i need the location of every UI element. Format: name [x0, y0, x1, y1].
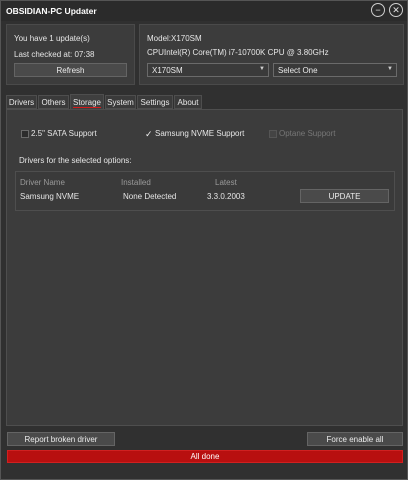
updater-window: OBSIDIAN-PC Updater − ✕ You have 1 updat…	[0, 0, 408, 480]
tab-about[interactable]: About	[174, 95, 202, 109]
column-header-driver-name: Driver Name	[20, 178, 65, 187]
report-broken-driver-button[interactable]: Report broken driver	[7, 432, 115, 446]
chevron-down-icon: ▼	[387, 66, 393, 72]
tab-drivers[interactable]: Drivers	[6, 95, 37, 109]
optane-support-label: Optane Support	[279, 129, 336, 138]
close-icon: ✕	[392, 4, 400, 15]
model-label: Model:	[147, 34, 172, 43]
force-enable-all-button[interactable]: Force enable all	[307, 432, 403, 446]
optane-support-checkbox	[269, 130, 277, 138]
refresh-button[interactable]: Refresh	[14, 63, 127, 77]
status-progress-bar: All done	[7, 450, 403, 463]
update-status-panel: You have 1 update(s) Last checked at: 07…	[6, 24, 135, 85]
tab-others[interactable]: Others	[38, 95, 69, 109]
option-select-value: Select One	[278, 65, 318, 75]
active-tab-indicator	[73, 107, 101, 108]
updates-count-text: You have 1 update(s)	[14, 34, 90, 43]
last-checked-text: Last checked at: 07:38	[14, 50, 95, 59]
window-title: OBSIDIAN-PC Updater	[6, 6, 97, 16]
title-bar: OBSIDIAN-PC Updater − ✕	[1, 1, 407, 21]
model-select-value: X170SM	[152, 65, 183, 75]
minimize-button[interactable]: −	[371, 3, 385, 17]
nvme-support-checkbox[interactable]: ✓	[145, 129, 153, 139]
driver-installed-cell: None Detected	[123, 192, 177, 201]
close-button[interactable]: ✕	[389, 3, 403, 17]
drivers-heading: Drivers for the selected options:	[19, 156, 132, 165]
column-header-latest: Latest	[215, 178, 237, 187]
system-info-panel: Model: X170SM CPU: Intel(R) Core(TM) i7-…	[139, 24, 404, 85]
sata-support-checkbox[interactable]	[21, 130, 29, 138]
model-value: X170SM	[171, 34, 202, 43]
driver-latest-cell: 3.3.0.2003	[207, 192, 245, 201]
update-driver-button[interactable]: UPDATE	[300, 189, 389, 203]
status-text: All done	[190, 452, 220, 461]
option-select[interactable]: Select One ▼	[273, 63, 397, 77]
sata-support-label[interactable]: 2.5" SATA Support	[31, 129, 97, 138]
minimize-icon: −	[375, 4, 381, 15]
tab-settings[interactable]: Settings	[137, 95, 173, 109]
nvme-support-label[interactable]: Samsung NVME Support	[155, 129, 244, 138]
driver-name-cell: Samsung NVME	[20, 192, 80, 201]
column-header-installed: Installed	[121, 178, 151, 187]
tab-system[interactable]: System	[105, 95, 136, 109]
chevron-down-icon: ▼	[259, 66, 265, 72]
cpu-value: Intel(R) Core(TM) i7-10700K CPU @ 3.80GH…	[164, 48, 329, 57]
model-select[interactable]: X170SM ▼	[147, 63, 269, 77]
checkmark-icon: ✓	[145, 129, 153, 139]
